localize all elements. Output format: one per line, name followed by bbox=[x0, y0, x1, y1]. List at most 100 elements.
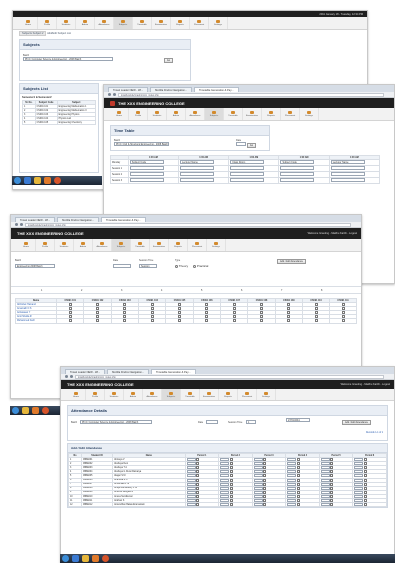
explorer-icon[interactable] bbox=[34, 177, 41, 184]
attendance-checkbox[interactable] bbox=[263, 479, 267, 482]
nav-item-attendance[interactable]: Attendance bbox=[95, 17, 114, 29]
attendance-checkbox[interactable] bbox=[364, 462, 368, 465]
attendance-select[interactable] bbox=[320, 466, 330, 469]
nav-item-admin[interactable]: Admin bbox=[76, 17, 95, 29]
attendance-select[interactable] bbox=[220, 466, 230, 469]
attendance-checkbox[interactable] bbox=[229, 458, 233, 461]
timetable-select[interactable]: Class Room bbox=[230, 160, 265, 164]
batch-select[interactable]: Ph.D. Computer Science & Engineering - 2… bbox=[23, 57, 113, 61]
attendance-checkbox[interactable] bbox=[330, 483, 334, 486]
attendance-select[interactable] bbox=[287, 495, 297, 498]
attendance-checkbox[interactable] bbox=[205, 311, 209, 314]
attendance-checkbox[interactable] bbox=[263, 470, 267, 473]
attendance-select[interactable] bbox=[220, 462, 230, 465]
attendance-checkbox[interactable] bbox=[196, 466, 200, 469]
attendance-checkbox[interactable] bbox=[263, 466, 267, 469]
attendance-checkbox[interactable] bbox=[96, 303, 100, 306]
attendance-select[interactable] bbox=[287, 474, 297, 478]
session-select[interactable]: 1 bbox=[246, 420, 256, 424]
attendance-checkbox[interactable] bbox=[296, 474, 300, 478]
attendance-select[interactable] bbox=[354, 495, 364, 498]
attendance-checkbox[interactable] bbox=[196, 474, 200, 478]
attendance-checkbox[interactable] bbox=[232, 319, 236, 323]
attendance-checkbox[interactable] bbox=[330, 499, 334, 502]
attendance-checkbox[interactable] bbox=[263, 491, 267, 494]
nav-item-placement[interactable]: Placement bbox=[190, 17, 209, 29]
nav-item-attendance[interactable]: Attendance bbox=[143, 389, 162, 400]
timetable-select[interactable]: Subject Code bbox=[280, 160, 315, 164]
attendance-checkbox[interactable] bbox=[196, 503, 200, 506]
ie-icon[interactable] bbox=[24, 177, 31, 184]
attendance-checkbox[interactable] bbox=[263, 499, 267, 502]
attendance-checkbox[interactable] bbox=[263, 495, 267, 498]
attendance-select[interactable] bbox=[186, 495, 196, 498]
attendance-select[interactable] bbox=[253, 499, 263, 502]
nav-item-profile[interactable]: Profile bbox=[38, 17, 57, 29]
nav-item-students[interactable]: Students bbox=[105, 389, 124, 400]
nav-item-admin[interactable]: Admin bbox=[167, 108, 186, 120]
attendance-checkbox[interactable] bbox=[205, 307, 209, 310]
add-edit-attendance-button[interactable]: Add / Edit Attendance bbox=[277, 259, 306, 264]
attendance-select[interactable] bbox=[253, 470, 263, 473]
attendance-checkbox[interactable] bbox=[196, 479, 200, 482]
attendance-checkbox[interactable] bbox=[150, 315, 154, 318]
timetable-select[interactable] bbox=[230, 172, 265, 176]
attendance-select[interactable] bbox=[320, 491, 330, 494]
attendance-checkbox[interactable] bbox=[196, 470, 200, 473]
attendance-checkbox[interactable] bbox=[150, 311, 154, 314]
nav-item-examination[interactable]: Examination bbox=[243, 108, 262, 120]
attendance-checkbox[interactable] bbox=[178, 303, 182, 306]
attendance-select[interactable] bbox=[354, 470, 364, 473]
timetable-select[interactable] bbox=[330, 166, 365, 170]
attendance-checkbox[interactable] bbox=[196, 499, 200, 502]
attendance-checkbox[interactable] bbox=[296, 458, 300, 461]
ie-icon[interactable] bbox=[72, 555, 79, 562]
attendance-checkbox[interactable] bbox=[314, 319, 318, 323]
attendance-select[interactable] bbox=[220, 474, 230, 478]
attendance-select[interactable] bbox=[186, 491, 196, 494]
attendance-select[interactable] bbox=[186, 458, 196, 461]
attendance-checkbox[interactable] bbox=[232, 311, 236, 314]
attendance-checkbox[interactable] bbox=[196, 458, 200, 461]
attendance-checkbox[interactable] bbox=[341, 315, 345, 318]
date-input[interactable] bbox=[236, 142, 246, 146]
attendance-checkbox[interactable] bbox=[196, 487, 200, 490]
attendance-select[interactable] bbox=[354, 462, 364, 465]
firefox-icon[interactable] bbox=[42, 407, 49, 414]
attendance-select[interactable] bbox=[186, 499, 196, 502]
attendance-checkbox[interactable] bbox=[364, 466, 368, 469]
browser-tab[interactable]: Mozilla Firefox Navigation... bbox=[150, 87, 193, 92]
timetable-select[interactable] bbox=[280, 172, 315, 176]
attendance-select[interactable] bbox=[320, 474, 330, 478]
attendance-checkbox[interactable] bbox=[229, 499, 233, 502]
timetable-select[interactable] bbox=[230, 178, 265, 182]
attendance-checkbox[interactable] bbox=[178, 311, 182, 314]
attendance-checkbox[interactable] bbox=[229, 503, 233, 506]
attendance-checkbox[interactable] bbox=[330, 462, 334, 465]
nav-item-reports[interactable]: Reports bbox=[171, 17, 190, 29]
nav-item-home[interactable]: Home bbox=[67, 389, 86, 400]
attendance-select[interactable] bbox=[220, 503, 230, 506]
attendance-checkbox[interactable] bbox=[196, 462, 200, 465]
nav-item-subjects[interactable]: Subjects bbox=[112, 239, 131, 251]
type-practical-radio[interactable]: Practical bbox=[193, 264, 208, 268]
nav-item-profile[interactable]: Profile bbox=[36, 239, 55, 251]
attendance-select[interactable] bbox=[320, 470, 330, 473]
attendance-checkbox[interactable] bbox=[314, 303, 318, 306]
attendance-checkbox[interactable] bbox=[263, 487, 267, 490]
nav-item-timetable[interactable]: Timetable bbox=[131, 239, 150, 251]
attendance-select[interactable] bbox=[354, 487, 364, 490]
attendance-select[interactable] bbox=[354, 458, 364, 461]
nav-item-home[interactable]: Home bbox=[17, 239, 36, 251]
attendance-select[interactable] bbox=[320, 495, 330, 498]
attendance-select[interactable] bbox=[320, 503, 330, 506]
nav-item-subjects[interactable]: Subjects bbox=[205, 108, 224, 120]
url-input[interactable]: localhost/ds/in/admin/cin_index.php bbox=[118, 92, 384, 97]
timetable-select[interactable] bbox=[230, 166, 265, 170]
attendance-checkbox[interactable] bbox=[287, 311, 291, 314]
attendance-checkbox[interactable] bbox=[296, 491, 300, 494]
nav-item-admin[interactable]: Admin bbox=[74, 239, 93, 251]
attendance-select[interactable] bbox=[186, 483, 196, 486]
explorer-icon[interactable] bbox=[22, 407, 29, 414]
attendance-checkbox[interactable] bbox=[314, 307, 318, 310]
